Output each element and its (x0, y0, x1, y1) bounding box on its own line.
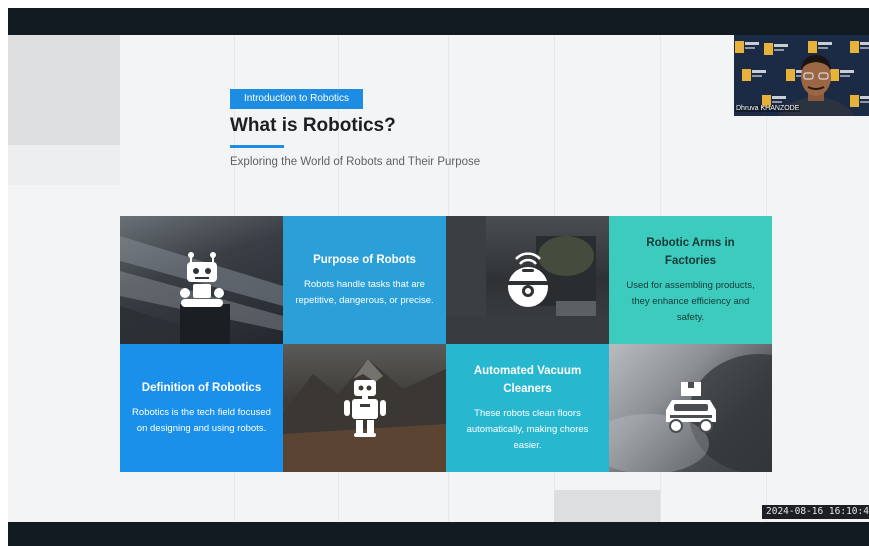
humanoid-robot-icon (343, 380, 386, 437)
card-body: These robots clean floors automatically,… (466, 408, 589, 451)
card-title: Definition of Robotics (141, 382, 262, 394)
photo-card-vacuum (446, 216, 609, 344)
participant-video-thumbnail[interactable]: Dhruva KHANZODE (734, 35, 869, 116)
card-definition-of-robotics: Definition of Robotics Robotics is the t… (120, 344, 283, 472)
section-tag: Introduction to Robotics (230, 89, 363, 109)
decor-block (8, 145, 120, 185)
recording-timestamp: 2024-08-16 16:10:42 (762, 505, 869, 519)
card-body: Robotics is the tech field focused on de… (132, 407, 271, 434)
photo-card-mountains (283, 344, 446, 472)
video-top-bar (8, 8, 869, 35)
card-title: Purpose of Robots (313, 254, 416, 266)
photo-card-building (120, 216, 283, 344)
card-robotic-arms: Robotic Arms in Factories Used for assem… (609, 216, 772, 344)
delivery-robot-icon (665, 382, 716, 433)
slide-subtitle: Exploring the World of Robots and Their … (230, 156, 481, 168)
screen-capture: Introduction to Robotics What is Robotic… (0, 0, 869, 546)
title-underline (230, 145, 284, 148)
card-purpose-of-robots: Purpose of Robots Robots handle tasks th… (283, 216, 446, 344)
cards-grid: Purpose of Robots Robots handle tasks th… (120, 216, 772, 472)
photo-card-delivery (609, 344, 772, 472)
robot-vacuum-icon (507, 252, 548, 307)
participant-name: Dhruva KHANZODE (735, 105, 801, 112)
card-title: Automated Vacuum Cleaners (473, 365, 582, 395)
card-title: Robotic Arms in Factories (646, 237, 735, 267)
robot-head-icon (179, 252, 224, 307)
card-body: Used for assembling products, they enhan… (626, 280, 755, 323)
participant-person (778, 55, 854, 116)
decor-block (554, 490, 660, 522)
card-automated-vacuum: Automated Vacuum Cleaners These robots c… (446, 344, 609, 472)
card-body: Robots handle tasks that are repetitive,… (295, 279, 434, 306)
decor-block (8, 35, 120, 145)
slide-title: What is Robotics? (230, 115, 396, 136)
video-bottom-bar (8, 522, 869, 546)
